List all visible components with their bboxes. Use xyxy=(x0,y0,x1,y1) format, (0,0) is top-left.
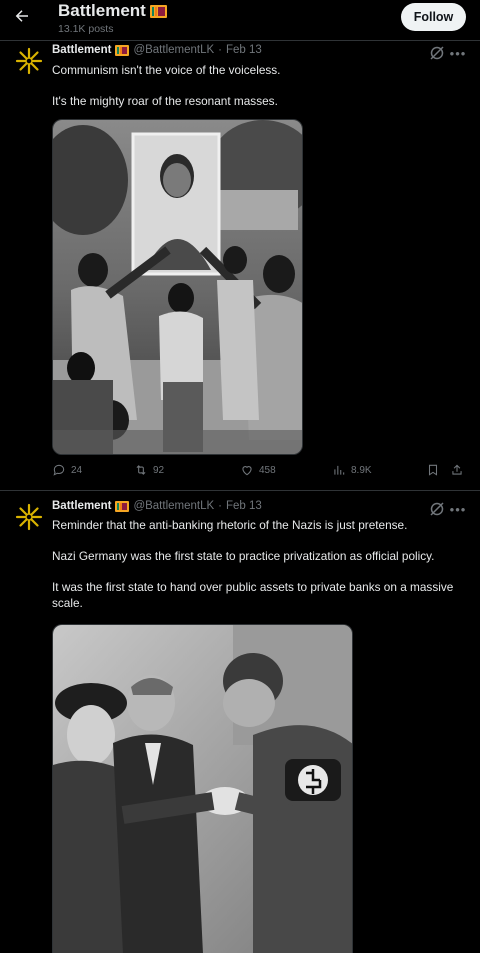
tweet-paragraph: It's the mighty roar of the resonant mas… xyxy=(52,94,278,108)
page-title: Battlement xyxy=(58,1,167,21)
tweet-text: Communism isn't the voice of the voicele… xyxy=(52,62,467,109)
author-handle[interactable]: @BattlementLK xyxy=(133,500,214,512)
tweet-paragraph: It was the first state to hand over publ… xyxy=(52,580,454,610)
tweet-image[interactable] xyxy=(52,624,353,953)
tweet-date[interactable]: Feb 13 xyxy=(226,44,262,56)
reply-icon xyxy=(53,464,65,476)
author-handle[interactable]: @BattlementLK xyxy=(133,44,214,56)
tweet-paragraph: Nazi Germany was the first state to prac… xyxy=(52,549,435,563)
repost-button[interactable]: 92 xyxy=(134,463,164,477)
views-icon xyxy=(334,465,345,475)
separator: · xyxy=(218,500,222,512)
profile-header: Battlement 13.1K posts Follow xyxy=(0,0,480,40)
tweet-header: Battlement @BattlementLK · Feb 13 xyxy=(52,44,262,56)
repost-icon xyxy=(136,465,146,475)
share-button[interactable] xyxy=(450,463,464,477)
grok-icon[interactable] xyxy=(428,44,446,62)
divider xyxy=(0,40,480,41)
photo-handshake xyxy=(53,625,352,953)
more-icon[interactable]: ••• xyxy=(449,500,467,518)
separator: · xyxy=(218,44,222,56)
back-button[interactable] xyxy=(10,4,34,28)
reply-count: 24 xyxy=(71,464,83,476)
follow-button[interactable]: Follow xyxy=(401,3,466,31)
like-button[interactable]: 458 xyxy=(240,463,276,477)
author-name[interactable]: Battlement xyxy=(52,500,111,512)
views-button[interactable]: 8.9K xyxy=(332,463,372,477)
tweet-header: Battlement @BattlementLK · Feb 13 xyxy=(52,500,262,512)
tweet-paragraph: Reminder that the anti-banking rhetoric … xyxy=(52,518,408,532)
reply-button[interactable]: 24 xyxy=(52,463,82,477)
grok-icon[interactable] xyxy=(428,500,446,518)
sri-lanka-flag-icon xyxy=(115,500,130,512)
tweet-paragraph: Communism isn't the voice of the voicele… xyxy=(52,63,281,77)
heart-icon xyxy=(242,466,252,476)
tweet-actions: 24 92 458 8.9K xyxy=(52,463,467,481)
tweet-date[interactable]: Feb 13 xyxy=(226,500,262,512)
tweet-text: Reminder that the anti-banking rhetoric … xyxy=(52,517,467,611)
author-name[interactable]: Battlement xyxy=(52,44,111,56)
share-icon xyxy=(452,464,462,475)
bookmark-icon xyxy=(428,464,438,476)
avatar[interactable] xyxy=(14,46,44,76)
avatar[interactable] xyxy=(14,502,44,532)
bookmark-button[interactable] xyxy=(426,463,440,477)
repost-count: 92 xyxy=(153,464,165,476)
sri-lanka-flag-icon xyxy=(149,4,167,18)
more-icon[interactable]: ••• xyxy=(449,44,467,62)
posts-count: 13.1K posts xyxy=(58,23,114,35)
arrow-left-icon xyxy=(15,10,28,22)
photo-people-with-poster xyxy=(53,120,302,454)
profile-name: Battlement xyxy=(58,1,146,20)
like-count: 458 xyxy=(259,464,276,476)
divider xyxy=(0,490,480,491)
tweet-image[interactable] xyxy=(52,119,303,455)
view-count: 8.9K xyxy=(351,464,372,476)
sri-lanka-flag-icon xyxy=(115,44,130,56)
